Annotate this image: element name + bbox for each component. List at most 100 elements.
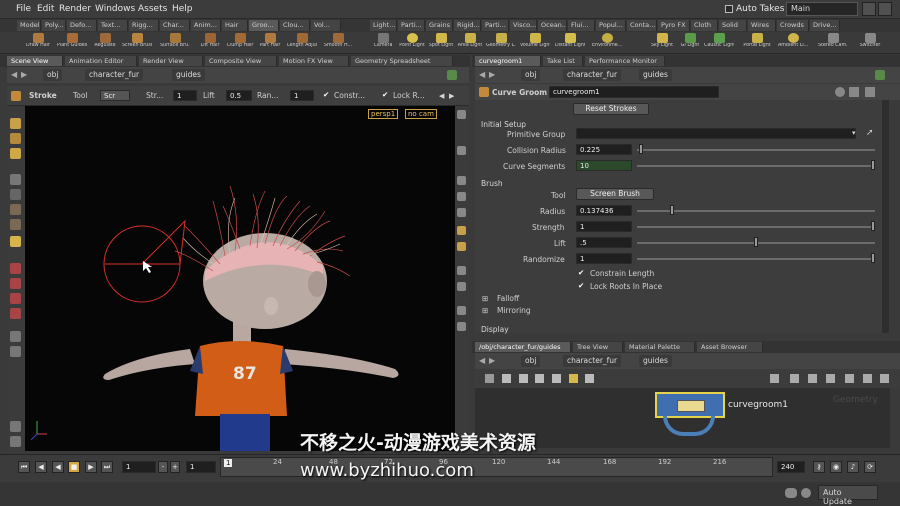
transform-tool-icon[interactable] [10,133,21,144]
chat-icon[interactable] [785,488,797,498]
tool-stereo-camera[interactable]: Stereo Cam... [818,33,848,53]
falloff-heading[interactable]: Falloff [497,294,519,303]
path-guides[interactable]: guides [639,355,672,367]
lock-camera-icon[interactable] [457,146,466,155]
move-tool-icon[interactable] [10,204,21,215]
shelf-tab[interactable]: Rigg... [129,20,159,31]
chevron-down-icon[interactable]: ▾ [852,129,856,137]
lift-field[interactable]: 0.5 [226,90,252,101]
tab-curvegroom1[interactable]: curvegroom1 [475,56,541,66]
tool-geometry-light[interactable]: Geometry L... [486,33,516,53]
tile-view-icon[interactable] [519,374,528,383]
lock-roots-checkbox[interactable]: ✔ [578,281,584,290]
scope-icon[interactable]: ◉ [830,461,842,473]
pose-tool-icon[interactable] [10,189,21,200]
start-frame-field[interactable]: 1 [186,461,216,473]
shelf-tab[interactable]: Parti... [482,20,509,31]
shelf-tab[interactable]: Parti... [398,20,425,31]
snap-point-icon[interactable] [10,308,21,319]
points-icon[interactable] [457,266,466,275]
back-arrow-icon[interactable]: ◀ [479,70,485,79]
collision-radius-handle[interactable] [639,144,643,154]
tab-material-palette[interactable]: Material Palette [625,342,695,352]
forward-arrow-icon[interactable]: ▶ [489,356,495,365]
background-icon[interactable] [457,322,466,331]
menu-render[interactable]: Render [59,4,91,14]
randomize-field[interactable]: 1 [576,253,632,264]
end-frame-field[interactable]: 240 [777,461,805,473]
step-back-icon[interactable]: ◀ [35,461,47,473]
menu-edit[interactable]: Edit [37,4,54,14]
snap-grid-icon[interactable] [10,293,21,304]
lift-handle[interactable] [754,237,758,247]
shelf-tab[interactable]: Defo... [67,20,97,31]
select-tool-icon[interactable] [10,118,21,129]
wire-icon[interactable] [552,374,561,383]
jump-to-start-icon[interactable]: ⏮ [18,461,30,473]
shelf-tab[interactable]: Light... [370,20,397,31]
strength-handle[interactable] [871,221,875,231]
collision-radius-field[interactable]: 0.225 [576,144,632,155]
strength-field[interactable]: 1 [173,90,197,101]
tab-performance-monitor[interactable]: Performance Monitor [585,56,665,66]
zoom-icon[interactable] [845,374,854,383]
help-icon[interactable] [849,87,859,97]
play-icon[interactable]: ▶ [85,461,97,473]
tool-sky-light[interactable]: Sky Light [647,33,677,53]
shelf-tab[interactable]: Hair [222,20,248,31]
quickmark-icon[interactable] [826,374,835,383]
tool-distant-light[interactable]: Distant Light [555,33,585,53]
tool-surface-brush[interactable]: Surface Bru... [160,33,190,53]
forward-arrow-icon[interactable]: ▶ [21,70,27,79]
collision-radius-slider[interactable] [637,149,875,151]
randomize-handle[interactable] [871,253,875,263]
tab-render-view[interactable]: Render View [139,56,203,66]
shelf-tab[interactable]: Poly... [42,20,66,31]
snap-icon[interactable] [10,278,21,289]
close-icon[interactable] [880,374,889,383]
desktop-prev-button[interactable] [862,2,876,16]
tool-gi-light[interactable]: GI Light [675,33,705,53]
shelf-tab[interactable]: Clou... [280,20,310,31]
shelf-tab[interactable]: Conta... [627,20,657,31]
curve-segments-field[interactable]: 10 [576,160,632,171]
normals-icon[interactable] [457,282,466,291]
tree-icon[interactable] [535,374,544,383]
tool-area-light[interactable]: Area Light [455,33,485,53]
view-tool-icon[interactable] [10,174,21,185]
tool-length-adjust[interactable]: Length Adjust [287,33,317,53]
params-scrollbar[interactable] [882,100,889,333]
shelf-tab[interactable]: Text... [98,20,128,31]
tab-scene-view[interactable]: Scene View [7,56,63,66]
wireframe-icon[interactable] [457,242,466,251]
scene-settings-icon[interactable] [10,421,21,432]
randomize-slider[interactable] [637,258,875,260]
scene-viewport[interactable]: persp1 no cam 87 [25,106,468,451]
curvegroom1-node[interactable] [655,392,725,418]
visualizer-icon[interactable] [457,192,466,201]
tab-animation-editor[interactable]: Animation Editor [65,56,137,66]
tool-point-light[interactable]: Point Light [397,33,427,53]
shelf-tab-grooming[interactable]: Groo... [249,20,279,31]
stop-icon[interactable]: ■ [68,461,80,473]
path-character-fur[interactable]: character_fur [563,69,622,81]
constrain-checkbox[interactable]: ✔ [323,90,329,99]
layout-icon[interactable] [770,374,779,383]
tool-screen-brush[interactable]: Screen Brush [122,33,152,53]
curve-segments-handle[interactable] [871,160,875,170]
tool-select[interactable]: Scr [100,90,130,101]
tool-portal-light[interactable]: Portal Light [742,33,772,53]
desktop-next-button[interactable] [878,2,892,16]
tool-camera[interactable]: Camera [368,33,398,53]
primitive-group-field[interactable] [576,128,856,139]
tab-composite-view[interactable]: Composite View [205,56,277,66]
flipbook-icon[interactable] [10,346,21,357]
tab-network-path[interactable]: /obj/character_fur/guides [475,342,571,352]
cook-status-icon[interactable] [801,488,811,498]
auto-takes-checkbox[interactable] [725,5,733,13]
tool-switcher[interactable]: Switcher [855,33,885,53]
shelf-tab[interactable]: Rigid... [454,20,481,31]
shelf-tab[interactable]: Pyro FX [658,20,690,31]
shelf-tab[interactable]: Solid [719,20,747,31]
auto-update-select[interactable]: Auto Update [818,485,878,506]
